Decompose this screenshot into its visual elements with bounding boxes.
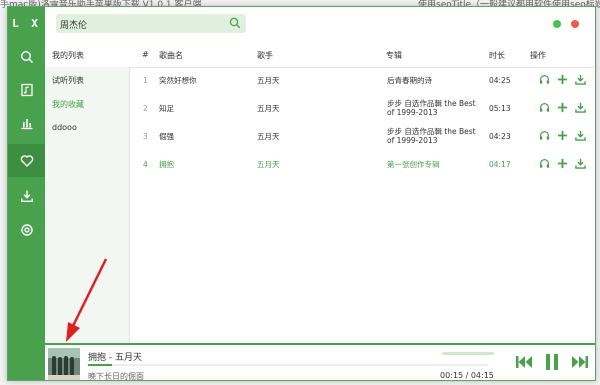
settings-icon <box>20 223 33 236</box>
headphones-icon[interactable] <box>539 102 550 113</box>
table-row[interactable]: 2 知足 五月天 步步 自选作品輯 the Best of 1999-2013 … <box>130 96 595 122</box>
header-duration: 时长 <box>489 51 505 60</box>
row-singer[interactable]: 五月天 <box>257 160 280 169</box>
list-item-favorites[interactable]: 我的收藏 <box>52 99 84 110</box>
chart-icon <box>21 118 32 129</box>
nav-settings-button[interactable] <box>8 213 45 246</box>
row-song-name: 突然好想你 <box>159 76 197 85</box>
search-input[interactable]: 周杰伦 <box>60 18 87 31</box>
minimize-button[interactable] <box>553 20 561 28</box>
row-album[interactable]: 第一张创作专辑 <box>387 160 485 169</box>
pause-icon[interactable] <box>545 353 559 371</box>
row-album[interactable]: 步步 自选作品輯 the Best of 1999-2013 <box>387 127 485 145</box>
nav-charts-button[interactable] <box>8 106 45 139</box>
table-row[interactable]: 1 突然好想你 五月天 后青春期的诗 04:25 <box>130 68 595 94</box>
lists-pane: 试听列表 我的收藏 ddooo <box>45 67 130 343</box>
row-ops <box>539 130 586 141</box>
headphones-icon[interactable] <box>539 158 550 169</box>
row-index: 2 <box>143 104 148 113</box>
header-song-name: 歌曲名 <box>159 51 183 60</box>
volume-slider[interactable] <box>442 352 494 355</box>
add-icon[interactable] <box>557 158 568 169</box>
lists-header: 我的列表 <box>52 51 84 60</box>
music-list-icon <box>20 83 33 96</box>
row-singer[interactable]: 五月天 <box>257 76 280 85</box>
search-box[interactable]: 周杰伦 <box>56 14 246 33</box>
row-singer[interactable]: 五月天 <box>257 104 280 113</box>
now-playing-title: 拥抱 - 五月天 <box>88 353 142 363</box>
list-item-ddooo[interactable]: ddooo <box>52 123 77 132</box>
row-duration: 04:25 <box>489 76 511 85</box>
row-album[interactable]: 步步 自选作品輯 the Best of 1999-2013 <box>387 99 485 117</box>
header-album: 专辑 <box>386 51 402 60</box>
music-app-window: L X 周杰伦 我的列表 试听列表 我的收藏 ddooo # 歌曲名 歌手 专辑… <box>7 6 596 381</box>
progress-bar[interactable] <box>88 364 488 366</box>
download-icon[interactable] <box>575 102 586 113</box>
row-duration: 05:13 <box>489 104 511 113</box>
row-index: 1 <box>143 76 148 85</box>
row-ops <box>539 158 586 169</box>
row-ops <box>539 74 586 85</box>
headphones-icon[interactable] <box>539 74 550 85</box>
album-cover[interactable] <box>48 348 80 380</box>
lyric-line: 晚下长日的倔面 <box>88 372 144 381</box>
download-icon[interactable] <box>575 158 586 169</box>
row-duration: 04:17 <box>489 160 511 169</box>
row-song-name: 倔强 <box>159 132 174 141</box>
row-index: 4 <box>143 160 148 169</box>
header-index: # <box>142 50 149 59</box>
my-lists-panel: 我的列表 试听列表 我的收藏 ddooo <box>45 45 130 343</box>
row-album[interactable]: 后青春期的诗 <box>387 76 485 85</box>
add-icon[interactable] <box>557 74 568 85</box>
row-index: 3 <box>143 132 148 141</box>
row-ops <box>539 102 586 113</box>
headphones-icon[interactable] <box>539 130 550 141</box>
list-item-trial[interactable]: 试听列表 <box>52 75 84 86</box>
progress-fill <box>88 364 112 366</box>
download-icon[interactable] <box>575 74 586 85</box>
table-row-playing[interactable]: 4 拥抱 五月天 第一张创作专辑 04:17 <box>130 152 595 178</box>
heart-icon <box>20 154 33 167</box>
add-icon[interactable] <box>557 102 568 113</box>
row-song-name: 知足 <box>159 104 174 113</box>
nav-songlist-button[interactable] <box>8 73 45 106</box>
close-button[interactable] <box>571 20 579 28</box>
row-duration: 04:23 <box>489 132 511 141</box>
album-cover-image <box>48 348 80 380</box>
header-ops: 操作 <box>530 51 546 60</box>
previous-icon[interactable] <box>515 355 533 369</box>
nav-search-button[interactable] <box>8 40 45 73</box>
download-icon <box>20 190 33 202</box>
download-icon[interactable] <box>575 130 586 141</box>
player-bar: 拥抱 - 五月天 晚下长日的倔面 00:15 / 04:15 <box>45 343 595 381</box>
add-icon[interactable] <box>557 130 568 141</box>
sidebar: L X <box>8 7 45 380</box>
nav-download-button[interactable] <box>8 179 45 212</box>
header-singer: 歌手 <box>257 51 273 60</box>
row-singer[interactable]: 五月天 <box>257 132 280 141</box>
next-icon[interactable] <box>571 355 589 369</box>
app-logo: L X <box>12 17 41 30</box>
nav-my-list-button[interactable] <box>8 144 45 177</box>
search-icon[interactable] <box>229 17 241 29</box>
table-row[interactable]: 3 倔强 五月天 步步 自选作品輯 the Best of 1999-2013 … <box>130 124 595 150</box>
search-icon <box>20 50 33 63</box>
play-time: 00:15 / 04:15 <box>440 371 494 380</box>
row-song-name: 拥抱 <box>159 160 174 169</box>
